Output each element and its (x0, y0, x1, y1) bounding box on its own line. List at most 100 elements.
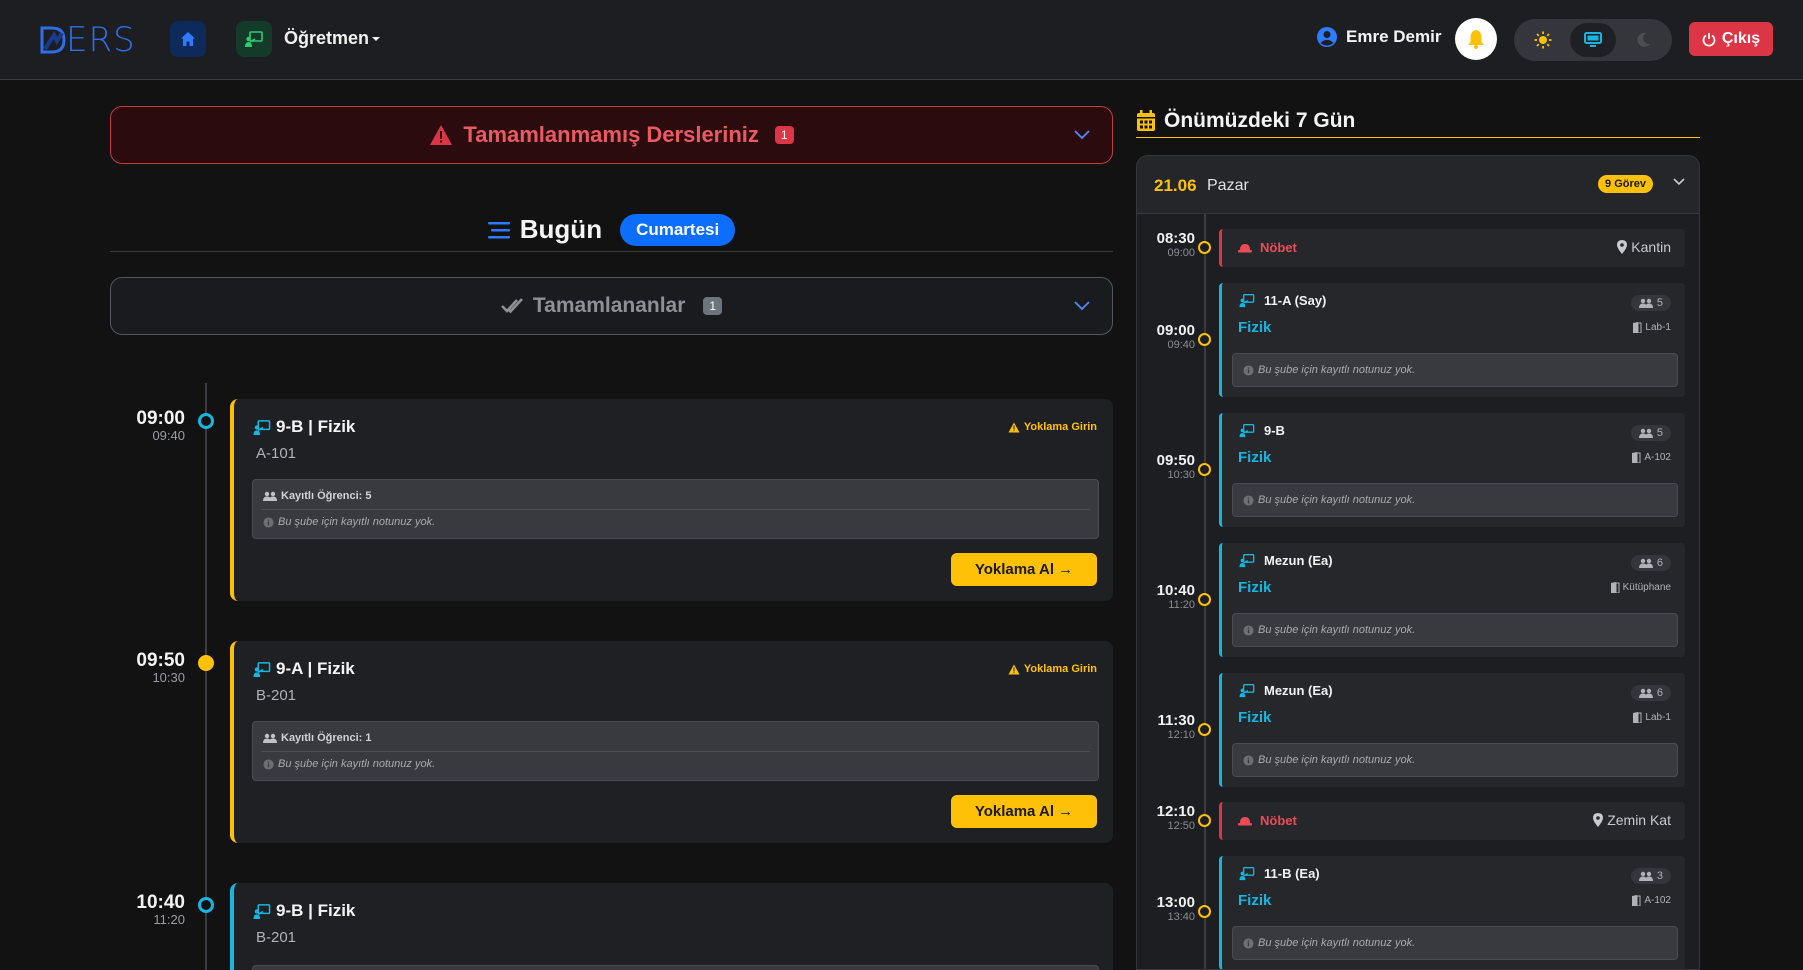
lesson-card: 9-B | Fizik A-101 Yoklama Girin Kayıtlı … (230, 399, 1113, 601)
hat-icon (1238, 817, 1252, 826)
item-time: 13:00 13:40 (1137, 894, 1195, 923)
warning-triangle-icon (1008, 422, 1020, 432)
item-time: 12:10 12:50 (1137, 803, 1195, 832)
upcoming-lesson-room-text: Lab-1 (1645, 712, 1671, 723)
lesson-note-text: Bu şube için kayıtlı notunuz yok. (1258, 937, 1416, 949)
attendance-warning: Yoklama Girin (1008, 421, 1097, 433)
duty-location-text: Zemin Kat (1607, 812, 1671, 828)
upcoming-day: Pazar (1207, 177, 1249, 194)
take-attendance-button[interactable]: Yoklama Al → (951, 553, 1097, 586)
role-label: Öğretmen (284, 28, 370, 48)
lesson-info-box: Kayıtlı Öğrenci: 5 Bu şube için kayıtlı … (252, 479, 1099, 539)
timeline-dot (1198, 463, 1211, 476)
info-icon (1243, 364, 1254, 376)
student-count-badge: 5 (1630, 295, 1671, 311)
home-button[interactable] (170, 21, 206, 57)
teacher-icon (1239, 684, 1255, 698)
incomplete-count-badge: 1 (774, 126, 794, 144)
student-count-badge: 6 (1630, 555, 1671, 571)
lesson-note-text: Bu şube için kayıtlı notunuz yok. (278, 758, 436, 770)
lesson-start-time: 09:00 (136, 408, 185, 429)
chevron-down-icon (1074, 130, 1090, 140)
upcoming-lesson-room-text: A-102 (1644, 895, 1671, 906)
users-icon (1638, 428, 1653, 438)
student-count-badge: 5 (1630, 425, 1671, 441)
lesson-note: Bu şube için kayıtlı notunuz yok. (1232, 743, 1678, 777)
door-icon (1632, 895, 1641, 906)
duty-location-text: Kantin (1631, 239, 1671, 255)
logo-mark-icon (40, 26, 66, 54)
door-icon (1633, 322, 1642, 333)
monitor-icon (1584, 32, 1602, 47)
lesson-end-time: 10:30 (152, 670, 185, 685)
theme-dark-button[interactable] (1620, 23, 1666, 57)
theme-switcher (1514, 19, 1672, 61)
timeline-dot (1198, 723, 1211, 736)
hat-icon (1238, 244, 1252, 253)
users-icon (1638, 298, 1653, 308)
item-time: 09:50 10:30 (1137, 452, 1195, 481)
upcoming-title: Önümüzdeki 7 Gün (1136, 104, 1700, 138)
upcoming-lesson-header: 11-A (Say) (1238, 293, 1326, 308)
upcoming-lesson-room: Lab-1 (1632, 322, 1671, 333)
logo[interactable]: ERS (40, 20, 136, 60)
upcoming-lesson-header: Mezun (Ea) (1238, 553, 1333, 568)
chevron-down-icon (1673, 178, 1685, 186)
timeline-dot (198, 655, 214, 671)
item-end-time: 12:10 (1167, 729, 1195, 741)
timeline-line (205, 383, 207, 970)
take-attendance-button[interactable]: Yoklama Al → (951, 795, 1097, 828)
lesson-note: Bu şube için kayıtlı notunuz yok. (1232, 353, 1678, 387)
student-count-text: Kayıtlı Öğrenci: 1 (281, 732, 372, 744)
lesson-end-time: 09:40 (152, 428, 185, 443)
duty-label: Nöbet (1238, 813, 1297, 828)
student-count: Kayıtlı Öğrenci: 5 (263, 490, 371, 502)
timeline-dot (1198, 593, 1211, 606)
lesson-title: 9-B | Fizik (276, 417, 356, 436)
user-menu[interactable]: Emre Demir (1316, 26, 1441, 48)
lesson-note: Bu şube için kayıtlı notunuz yok. (263, 516, 435, 528)
logo-text: ERS (66, 20, 136, 60)
chevron-down-icon (1074, 301, 1090, 311)
attendance-warning: Yoklama Girin (1008, 663, 1097, 675)
lesson-note-text: Bu şube için kayıtlı notunuz yok. (1258, 494, 1416, 506)
student-count-text: Kayıtlı Öğrenci: 5 (281, 490, 372, 502)
notifications-button[interactable] (1455, 18, 1497, 60)
upcoming-lesson-class: 11-B (Ea) (1264, 866, 1320, 881)
lesson-note: Bu şube için kayıtlı notunuz yok. (1232, 613, 1678, 647)
info-icon (1243, 494, 1254, 506)
incomplete-lessons-title: Tamamlanmamış Dersleriniz (463, 122, 759, 147)
calendar-icon (1137, 109, 1155, 131)
theme-light-button[interactable] (1520, 23, 1566, 57)
lesson-header: 9-B | Fizik (252, 417, 355, 437)
info-icon (1243, 937, 1254, 949)
teacher-icon (1239, 554, 1255, 568)
teacher-icon (1239, 424, 1255, 438)
item-start-time: 10:40 (1156, 582, 1195, 599)
role-dropdown[interactable]: Öğretmen (284, 28, 381, 49)
lesson-header: 9-B | Fizik (252, 901, 355, 921)
door-icon (1633, 712, 1642, 723)
info-icon (1243, 754, 1254, 766)
double-check-icon (500, 298, 523, 314)
incomplete-lessons-toggle[interactable]: Tamamlanmamış Dersleriniz 1 (110, 106, 1113, 164)
info-icon (263, 758, 274, 770)
theme-auto-button[interactable] (1570, 23, 1616, 57)
teacher-icon-button[interactable] (236, 21, 272, 57)
upcoming-title-text: Önümüzdeki 7 Gün (1164, 108, 1356, 132)
warning-triangle-icon (1008, 664, 1020, 674)
upcoming-lesson-subject: Fizik (1238, 709, 1272, 726)
logout-button[interactable]: Çıkış (1689, 22, 1773, 56)
info-icon (263, 516, 274, 528)
timeline-dot (1198, 241, 1211, 254)
timeline-line (1204, 214, 1206, 969)
lesson-info-box: Kayıtlı Öğrenci: 1 Bu şube için kayıtlı … (252, 721, 1099, 781)
upcoming-lesson-subject: Fizik (1238, 892, 1272, 909)
item-start-time: 08:30 (1156, 230, 1195, 247)
upcoming-day-header[interactable]: 21.06 Pazar 9 Görev (1137, 156, 1699, 214)
upcoming-lesson-card: 11-B (Ea) Fizik 3 A-102 Bu şube için kay… (1219, 856, 1685, 969)
upcoming-lesson-card: 11-A (Say) Fizik 5 Lab-1 Bu şube için ka… (1219, 283, 1685, 397)
attendance-warning-text: Yoklama Girin (1023, 421, 1097, 433)
logout-label: Çıkış (1721, 30, 1761, 47)
completed-lessons-toggle[interactable]: Tamamlananlar 1 (110, 277, 1113, 335)
